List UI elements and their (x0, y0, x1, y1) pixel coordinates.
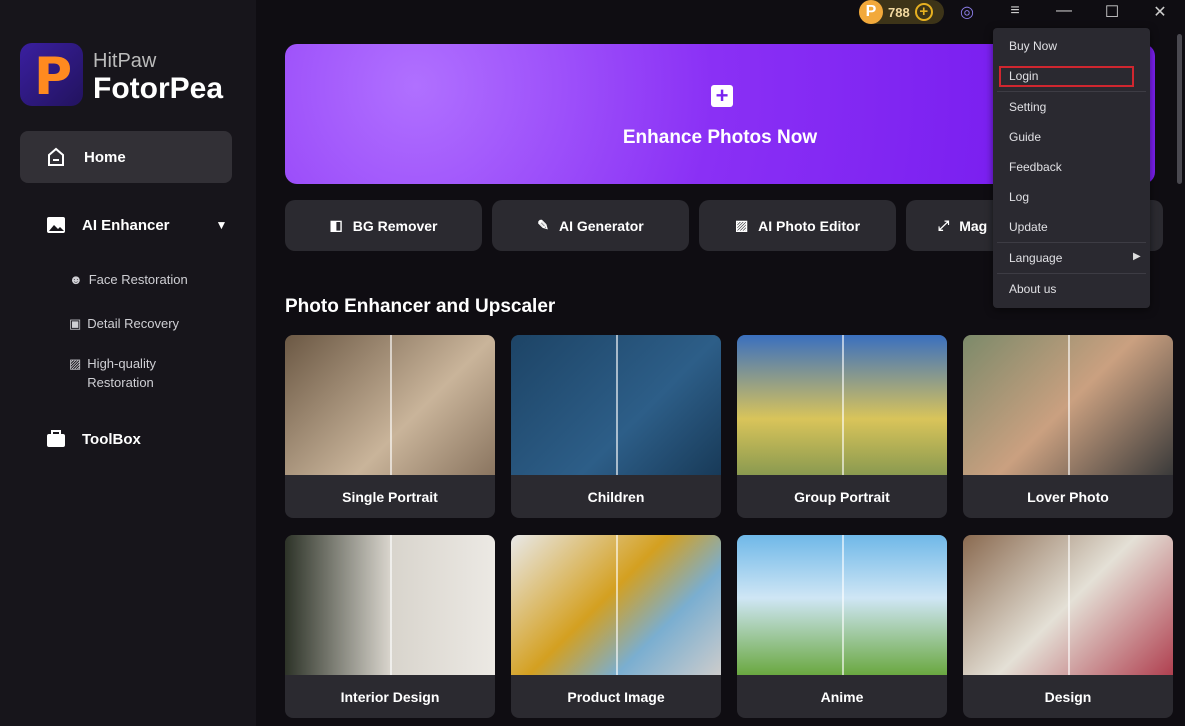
card-lover-photo[interactable]: Lover Photo (963, 335, 1173, 518)
minimize-icon[interactable]: — (1052, 2, 1076, 20)
ai-generator-button[interactable]: ✎ AI Generator (492, 200, 689, 251)
sidebar-item-toolbox[interactable]: ToolBox (46, 429, 141, 449)
menu-item-feedback[interactable]: Feedback (1009, 160, 1062, 174)
restore-icon: ▨ (69, 356, 82, 371)
card-image (737, 535, 947, 675)
card-image (285, 335, 495, 475)
face-icon: ☻ (69, 272, 83, 287)
magic-wand-icon: ✎ (537, 217, 549, 233)
card-children[interactable]: Children (511, 335, 721, 518)
sidebar-item-label: AI Enhancer (82, 216, 170, 234)
card-image (511, 535, 721, 675)
menu-item-buy-now[interactable]: Buy Now (1009, 39, 1057, 53)
account-icon[interactable]: ◎ (955, 2, 979, 22)
menu-item-setting[interactable]: Setting (1009, 100, 1046, 114)
app-logo: P (20, 43, 83, 106)
sidebar-item-home[interactable]: Home (20, 131, 232, 183)
card-design[interactable]: Design (963, 535, 1173, 718)
bg-remover-icon: ◧ (329, 217, 343, 233)
image-enhance-icon (47, 217, 65, 233)
coin-count: 788 (888, 4, 910, 20)
card-image (285, 535, 495, 675)
divider (997, 242, 1146, 243)
menu-item-log[interactable]: Log (1009, 190, 1029, 204)
ai-photo-editor-button[interactable]: ▨ AI Photo Editor (699, 200, 896, 251)
card-image (737, 335, 947, 475)
coin-icon: P (859, 0, 883, 24)
caret-down-icon[interactable]: ▼ (216, 218, 228, 232)
menu-item-guide[interactable]: Guide (1009, 130, 1041, 144)
brand-line2: FotorPea (93, 72, 224, 105)
maximize-icon[interactable]: ☐ (1100, 2, 1124, 22)
divider (997, 273, 1146, 274)
toolbox-icon (47, 430, 65, 447)
coin-balance[interactable]: P 788 + (859, 0, 944, 24)
card-image (963, 535, 1173, 675)
image-sparkle-icon: ▣ (69, 316, 82, 331)
scrollbar[interactable] (1177, 34, 1182, 184)
sidebar-item-label: ToolBox (82, 430, 141, 448)
plus-icon: + (711, 85, 733, 107)
card-anime[interactable]: Anime (737, 535, 947, 718)
sidebar-item-label: Home (84, 148, 126, 166)
divider (997, 91, 1146, 92)
bg-remover-button[interactable]: ◧ BG Remover (285, 200, 482, 251)
sidebar: P HitPaw FotorPea Home AI Enhancer ▼ ☻ Fa… (0, 0, 256, 726)
menu-item-login[interactable]: Login (1009, 69, 1038, 83)
menu-item-update[interactable]: Update (1009, 220, 1048, 234)
sidebar-item-detail-recovery[interactable]: ▣ Detail Recovery (69, 314, 179, 333)
home-icon (48, 147, 64, 166)
card-image (511, 335, 721, 475)
card-interior-design[interactable]: Interior Design (285, 535, 495, 718)
section-title: Photo Enhancer and Upscaler (285, 296, 556, 317)
main-menu-dropdown: Buy Now Login Setting Guide Feedback Log… (993, 28, 1150, 308)
sidebar-item-face-restoration[interactable]: ☻ Face Restoration (69, 270, 188, 289)
close-icon[interactable]: ✕ (1148, 2, 1172, 22)
menu-icon[interactable]: ≡ (1003, 2, 1027, 20)
card-single-portrait[interactable]: Single Portrait (285, 335, 495, 518)
menu-item-about-us[interactable]: About us (1009, 282, 1056, 296)
photo-edit-icon: ▨ (734, 217, 749, 233)
sidebar-item-high-quality-restoration[interactable]: ▨ High-quality Restoration (69, 354, 189, 392)
card-product-image[interactable]: Product Image (511, 535, 721, 718)
card-image (963, 335, 1173, 475)
card-group-portrait[interactable]: Group Portrait (737, 335, 947, 518)
expand-icon: ⤢ (938, 217, 950, 233)
add-coins-icon[interactable]: + (914, 3, 933, 21)
chevron-right-icon: ▶ (1133, 251, 1141, 262)
sidebar-item-ai-enhancer[interactable]: AI Enhancer ▼ (46, 215, 227, 235)
menu-item-language[interactable]: Language (1009, 251, 1062, 265)
brand-line1: HitPaw (93, 50, 157, 72)
